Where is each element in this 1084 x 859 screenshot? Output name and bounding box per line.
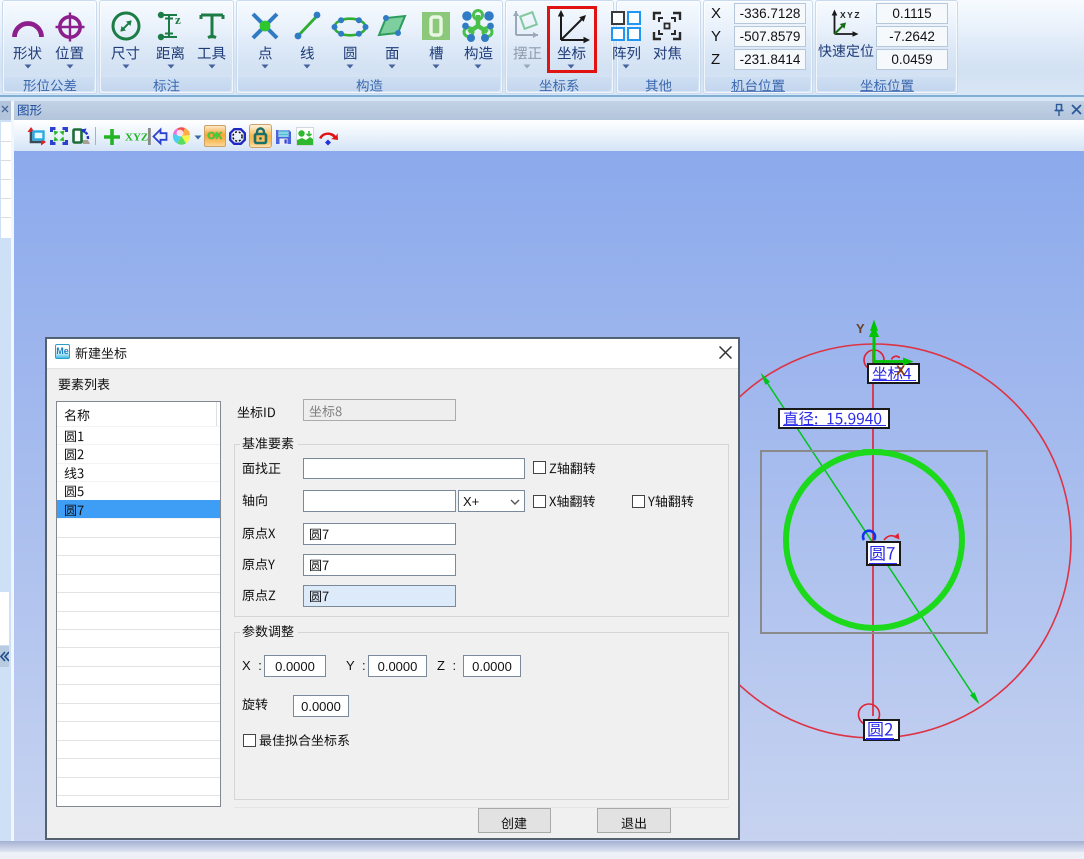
- svg-text:XYZ: XYZ: [840, 10, 861, 20]
- svg-text:XYZ: XYZ: [125, 132, 148, 144]
- svg-text:z: z: [175, 12, 181, 27]
